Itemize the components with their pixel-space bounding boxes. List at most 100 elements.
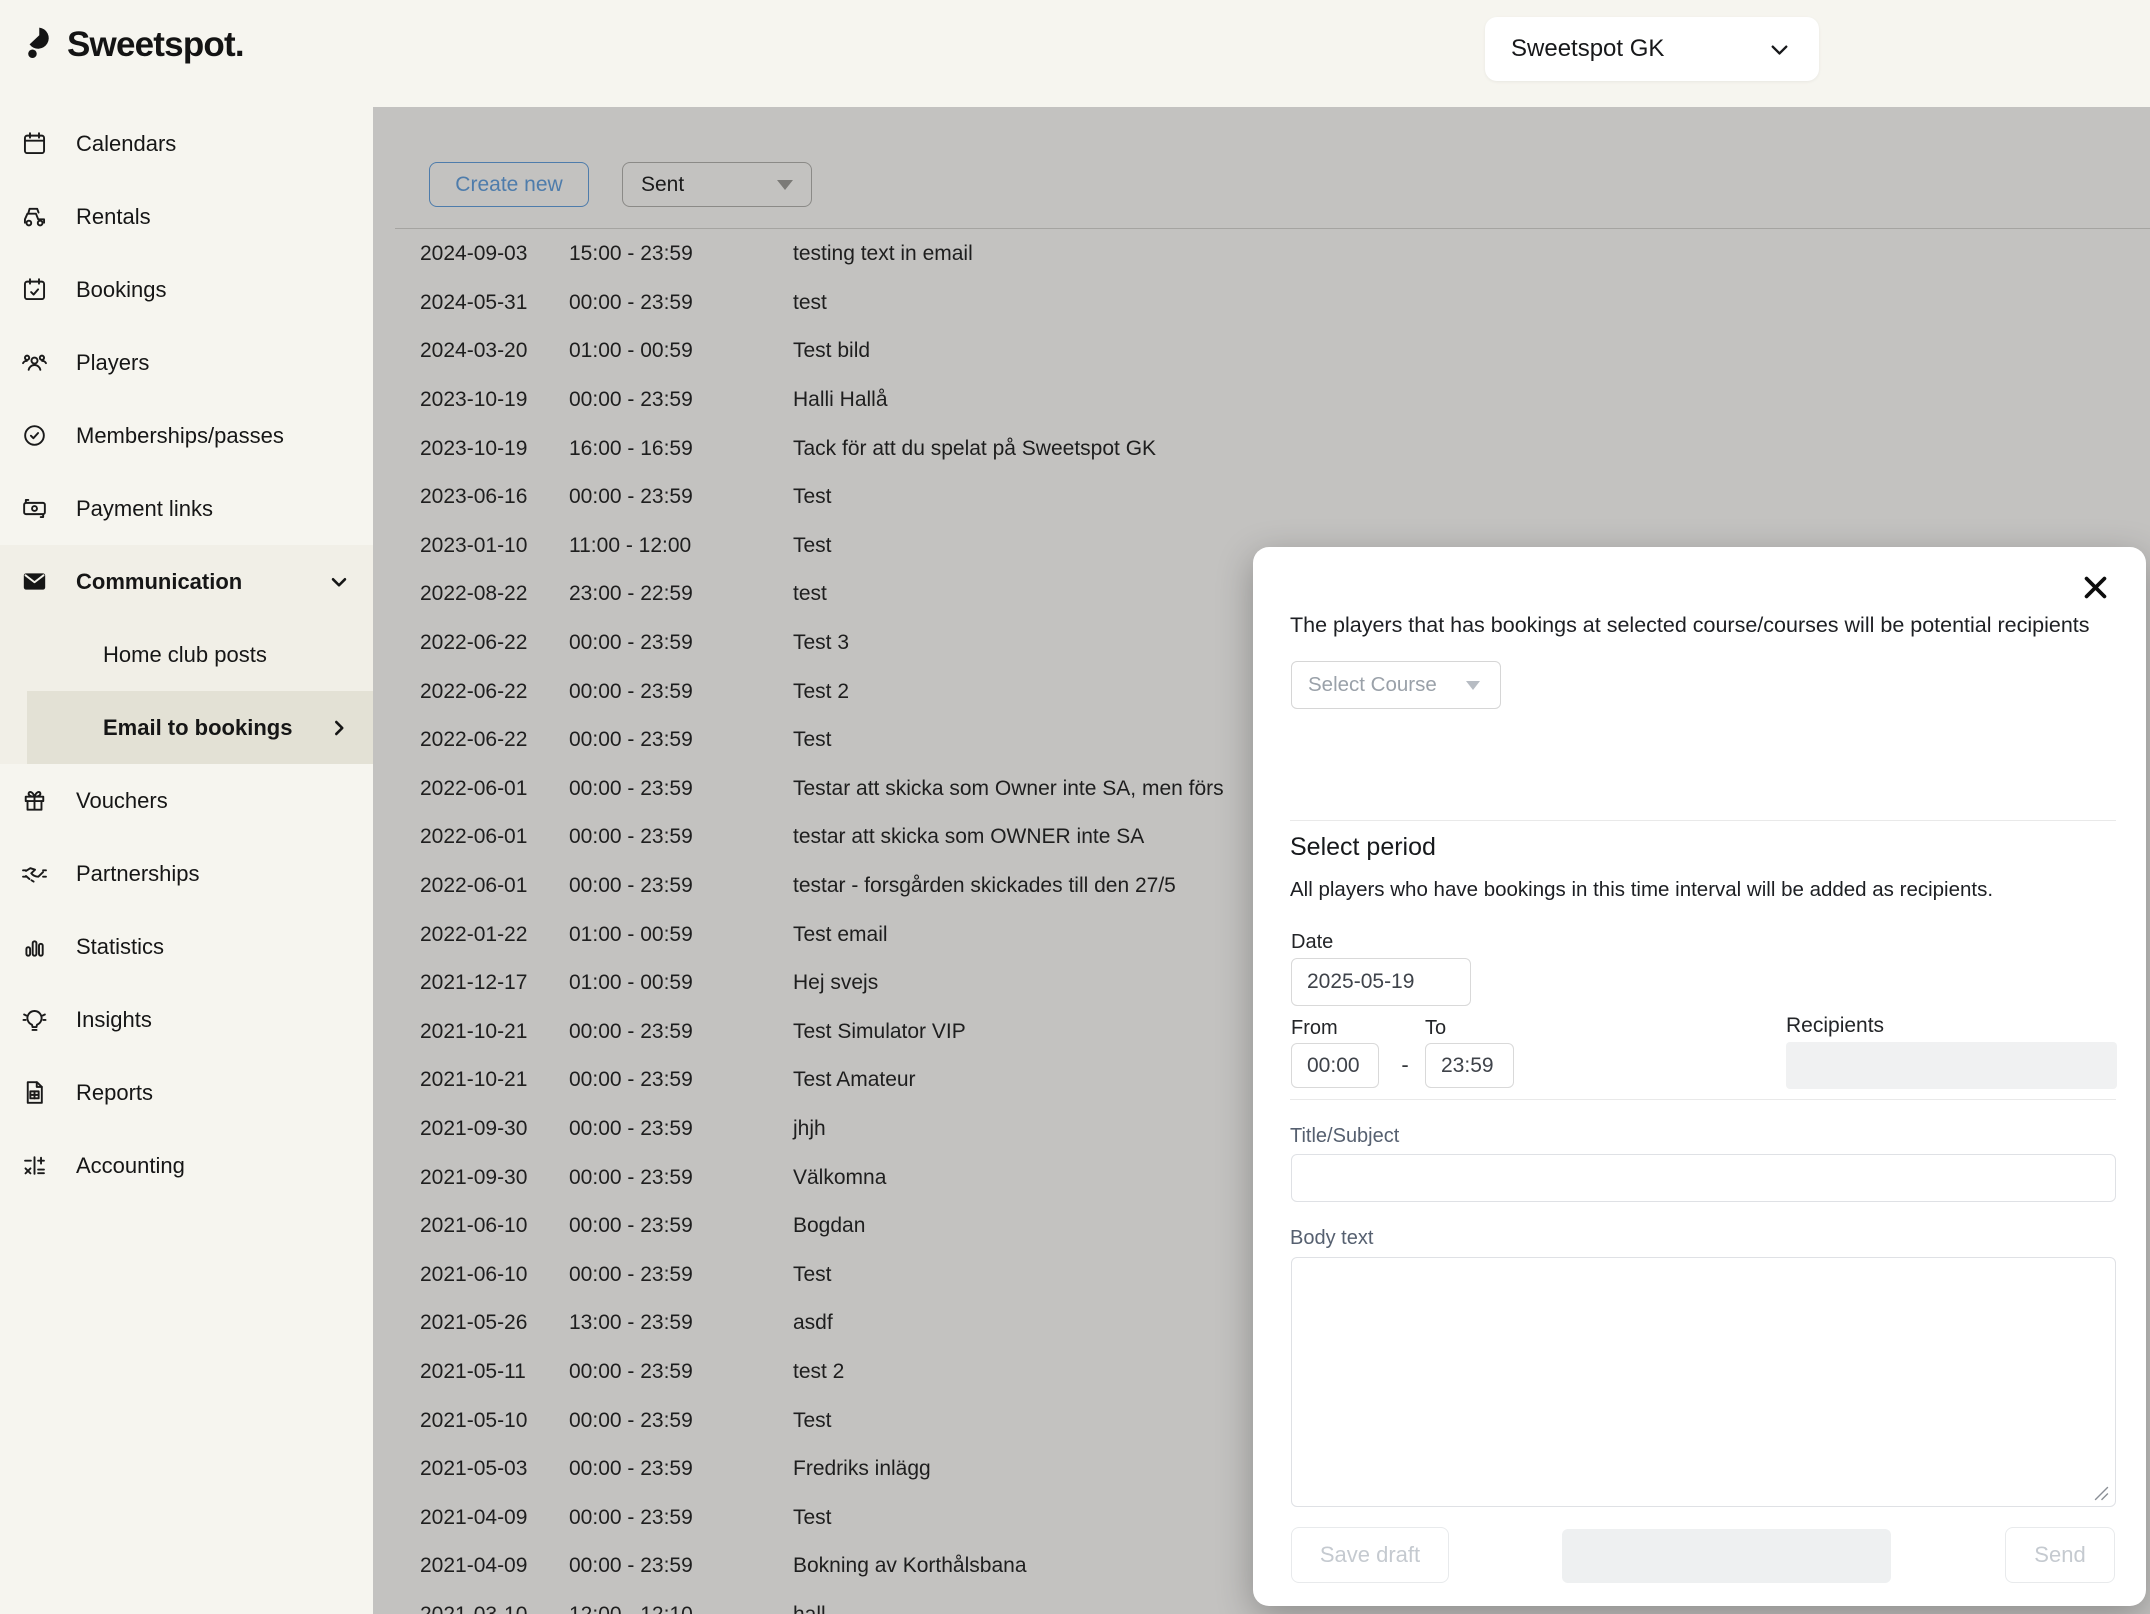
- sidebar-item-accounting[interactable]: Accounting: [0, 1129, 373, 1202]
- status-filter-select[interactable]: Sent: [622, 162, 812, 207]
- email-row[interactable]: 2023-10-1900:00 - 23:59Halli Hallå: [395, 376, 2150, 425]
- email-date: 2021-05-26: [420, 1311, 569, 1335]
- recipients-label: Recipients: [1786, 1014, 1884, 1038]
- to-time-input[interactable]: [1425, 1043, 1514, 1088]
- table-divider: [395, 228, 2150, 229]
- email-time: 00:00 - 23:59: [569, 1020, 793, 1044]
- to-label: To: [1425, 1017, 1446, 1040]
- sidebar-item-vouchers[interactable]: Vouchers: [0, 764, 373, 837]
- sidebar-item-label: Rentals: [76, 204, 352, 230]
- email-time: 11:00 - 12:00: [569, 534, 793, 558]
- email-row[interactable]: 2024-03-2001:00 - 00:59Test bild: [395, 327, 2150, 376]
- email-time: 00:00 - 23:59: [569, 777, 793, 801]
- brand-logo-icon: [26, 24, 56, 65]
- email-time: 16:00 - 16:59: [569, 437, 793, 461]
- email-row[interactable]: 2023-06-1600:00 - 23:59Test: [395, 473, 2150, 522]
- brand-logo-text: Sweetspot.: [67, 25, 244, 65]
- sidebar-item-communication[interactable]: Communication: [0, 545, 373, 618]
- email-date: 2021-05-10: [420, 1409, 569, 1433]
- sidebar-item-label: Calendars: [76, 131, 352, 157]
- handshake-icon: [20, 860, 48, 888]
- email-date: 2024-05-31: [420, 291, 569, 315]
- payment-icon: [20, 495, 48, 523]
- email-date: 2022-06-22: [420, 631, 569, 655]
- top-bar: Sweetspot. Sweetspot GK: [0, 0, 2150, 107]
- sidebar: Calendars Rentals BookingsPlayersMembershi…: [0, 107, 373, 1614]
- email-date: 2023-06-16: [420, 485, 569, 509]
- club-selector[interactable]: Sweetspot GK: [1485, 17, 1819, 81]
- sidebar-item-label: Reports: [76, 1080, 352, 1106]
- email-date: 2021-05-11: [420, 1360, 569, 1384]
- from-label: From: [1291, 1017, 1338, 1040]
- email-row[interactable]: 2023-10-1916:00 - 16:59Tack för att du s…: [395, 424, 2150, 473]
- sidebar-item-calendars[interactable]: Calendars: [0, 107, 373, 180]
- email-time: 12:00 - 12:10: [569, 1603, 793, 1614]
- sidebar-item-label: Statistics: [76, 934, 352, 960]
- sidebar-item-payment-links[interactable]: Payment links: [0, 472, 373, 545]
- date-label: Date: [1291, 931, 1333, 954]
- email-time: 13:00 - 23:59: [569, 1311, 793, 1335]
- email-time: 00:00 - 23:59: [569, 1214, 793, 1238]
- email-time: 23:00 - 22:59: [569, 582, 793, 606]
- email-time: 00:00 - 23:59: [569, 1457, 793, 1481]
- sidebar-item-reports[interactable]: Reports: [0, 1056, 373, 1129]
- sidebar-item-label: Home club posts: [103, 642, 352, 668]
- email-row[interactable]: 2024-09-0315:00 - 23:59testing text in e…: [395, 230, 2150, 279]
- email-time: 00:00 - 23:59: [569, 388, 793, 412]
- sidebar-item-bookings[interactable]: Bookings: [0, 253, 373, 326]
- email-date: 2021-10-21: [420, 1020, 569, 1044]
- sidebar-item-insights[interactable]: Insights: [0, 983, 373, 1056]
- course-select-placeholder: Select Course: [1308, 673, 1466, 697]
- email-time: 00:00 - 23:59: [569, 728, 793, 752]
- sidebar-group-communication: Communication Home club posts Email to boo…: [0, 545, 373, 764]
- caret-down-icon: [777, 180, 793, 190]
- email-time: 00:00 - 23:59: [569, 1068, 793, 1092]
- email-date: 2021-09-30: [420, 1117, 569, 1141]
- sidebar-item-rentals[interactable]: Rentals: [0, 180, 373, 253]
- send-button[interactable]: Send: [2005, 1527, 2115, 1583]
- create-new-button[interactable]: Create new: [429, 162, 589, 207]
- modal-intro-text: The players that has bookings at selecte…: [1290, 613, 2090, 638]
- sidebar-item-partnerships[interactable]: Partnerships: [0, 837, 373, 910]
- email-subject: testing text in email: [793, 242, 2150, 266]
- close-button[interactable]: [2077, 571, 2113, 607]
- select-period-heading: Select period: [1290, 833, 1436, 862]
- report-icon: [20, 1079, 48, 1107]
- lightbulb-icon: [20, 1006, 48, 1034]
- email-date: 2022-06-22: [420, 728, 569, 752]
- compose-email-modal: The players that has bookings at selecte…: [1253, 547, 2146, 1606]
- sidebar-item-label: Communication: [76, 569, 298, 595]
- email-date: 2021-06-10: [420, 1263, 569, 1287]
- email-time: 01:00 - 00:59: [569, 923, 793, 947]
- divider: [1290, 1099, 2116, 1100]
- envelope-icon: [20, 568, 48, 596]
- calendar-check-icon: [20, 276, 48, 304]
- sidebar-item-home-club-posts[interactable]: Home club posts: [27, 618, 373, 691]
- select-period-description: All players who have bookings in this ti…: [1290, 878, 1993, 902]
- email-row[interactable]: 2024-05-3100:00 - 23:59test: [395, 279, 2150, 328]
- sidebar-item-memberships-passes[interactable]: Memberships/passes: [0, 399, 373, 472]
- email-date: 2022-06-01: [420, 825, 569, 849]
- sidebar-item-email-to-bookings[interactable]: Email to bookings: [27, 691, 373, 764]
- sidebar-item-label: Vouchers: [76, 788, 352, 814]
- email-time: 00:00 - 23:59: [569, 485, 793, 509]
- email-time: 00:00 - 23:59: [569, 1554, 793, 1578]
- from-time-input[interactable]: [1291, 1043, 1379, 1088]
- email-subject: Test: [793, 485, 2150, 509]
- email-date: 2024-03-20: [420, 339, 569, 363]
- disabled-button-placeholder: [1562, 1529, 1891, 1583]
- email-date: 2023-10-19: [420, 388, 569, 412]
- email-date: 2021-03-10: [420, 1603, 569, 1614]
- body-textarea[interactable]: [1291, 1257, 2116, 1507]
- title-subject-input[interactable]: [1291, 1154, 2116, 1202]
- email-date: 2021-09-30: [420, 1166, 569, 1190]
- save-draft-button[interactable]: Save draft: [1291, 1527, 1449, 1583]
- club-selector-value: Sweetspot GK: [1511, 35, 1766, 63]
- email-time: 01:00 - 00:59: [569, 339, 793, 363]
- sidebar-item-players[interactable]: Players: [0, 326, 373, 399]
- course-select[interactable]: Select Course: [1291, 661, 1501, 709]
- sidebar-item-statistics[interactable]: Statistics: [0, 910, 373, 983]
- sidebar-item-label: Email to bookings: [103, 715, 326, 741]
- date-input[interactable]: [1291, 958, 1471, 1006]
- chevron-down-icon: [326, 569, 352, 595]
